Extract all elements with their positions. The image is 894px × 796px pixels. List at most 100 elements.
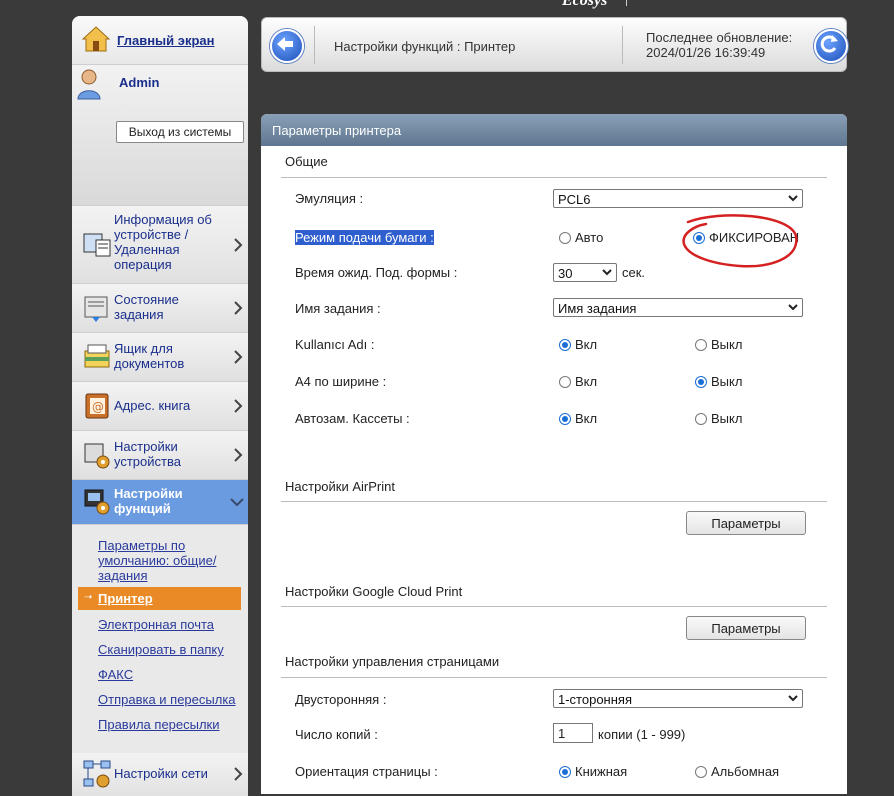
section-divider [281,677,827,678]
submenu-printer-current[interactable]: ➝ Принтер [78,587,241,610]
chevron-right-icon [234,399,243,413]
submenu-fax-link[interactable]: ФАКС [98,667,133,682]
section-page-mgmt-title: Настройки управления страницами [285,654,500,669]
paper-feed-auto-label: Авто [575,230,604,245]
emulation-label: Эмуляция : [295,191,364,206]
paper-feed-label-text: Режим подачи бумаги : [295,230,434,245]
chevron-right-icon [234,238,243,252]
chevron-down-icon [230,498,244,507]
job-name-value: Имя задания [558,301,637,316]
user-avatar-icon [77,69,101,100]
orientation-landscape-label: Альбомная [711,764,780,779]
copies-value: 1 [558,726,566,741]
nav-job-status[interactable]: Состояние задания [72,284,248,333]
last-update: Последнее обновление: 2024/01/26 16:39:4… [646,30,792,60]
chevron-down-icon [788,304,798,311]
back-button[interactable] [270,29,304,63]
paper-feed-fixed-radio[interactable] [693,232,705,244]
nav-device-info[interactable]: Информация об устройстве / Удаленная опе… [72,206,248,284]
chevron-right-icon [234,767,243,781]
submenu-forward-rules-link[interactable]: Правила пересылки [98,717,220,732]
section-divider [281,606,827,607]
page-title: Настройки функций : Принтер [334,39,516,54]
printer-settings-panel: Параметры принтера Общие Эмуляция : PCL6… [261,114,847,794]
a4-wide-off-label: Выкл [711,374,743,389]
nav-label: Адрес. книга [114,398,191,413]
orientation-landscape-radio[interactable] [695,766,707,778]
emulation-select[interactable]: PCL6 [553,189,803,208]
submenu-defaults-link[interactable]: Параметры по умолчанию: общие/ задания [98,538,238,583]
submenu-send-forward-link[interactable]: Отправка и пересылка [98,692,236,707]
orientation-label: Ориентация страницы : [295,764,438,779]
nav-network-settings[interactable]: Настройки сети [72,753,248,796]
auto-cassette-on-radio[interactable] [559,413,571,425]
section-airprint-title: Настройки AirPrint [285,479,395,494]
paper-feed-auto-radio[interactable] [559,232,571,244]
nav-label: Состояние задания [114,292,179,322]
job-name-select[interactable]: Имя задания [553,298,803,317]
copies-unit: копии (1 - 999) [598,727,686,742]
copies-input[interactable]: 1 [553,723,593,743]
form-wait-unit: сек. [622,265,646,280]
submenu-printer-label: Принтер [98,591,153,606]
nav-label: Информация об устройстве / Удаленная опе… [114,212,212,272]
chevron-right-icon [234,301,243,315]
refresh-button[interactable] [814,29,848,63]
paper-feed-label: Режим подачи бумаги : [295,230,434,245]
document-box-icon [84,344,110,368]
orientation-portrait-radio[interactable] [559,766,571,778]
section-divider [281,501,827,502]
job-name-label: Имя задания : [295,301,381,316]
nav-address-book[interactable]: @ Адрес. книга [72,382,248,431]
nav-label: Настройки устройства [114,439,181,469]
header-bar: Настройки функций : Принтер Последнее об… [261,17,848,72]
chevron-right-icon [234,350,243,364]
form-wait-select[interactable]: 30 [553,263,617,282]
duplex-value: 1-сторонняя [558,692,632,707]
house-icon [82,26,110,52]
auto-cassette-off-label: Выкл [711,411,743,426]
nav-document-box[interactable]: Ящик для документов [72,333,248,382]
home-link[interactable]: Главный экран [117,33,214,48]
emulation-value: PCL6 [558,192,591,207]
function-settings-icon [84,489,110,515]
a4-wide-label: A4 по ширине : [295,374,387,389]
a4-wide-off-radio[interactable] [695,376,707,388]
auto-cassette-label: Автозам. Кассеты : [295,411,410,426]
chevron-down-icon [788,695,798,702]
panel-title: Параметры принтера [272,123,402,138]
back-arrow-icon [277,37,293,51]
function-settings-submenu: Параметры по умолчанию: общие/ задания ➝… [72,525,248,753]
submenu-scan-folder-link[interactable]: Сканировать в папку [98,642,224,657]
username-on-radio[interactable] [559,339,571,351]
svg-text:@: @ [92,400,104,414]
duplex-select[interactable]: 1-сторонняя [553,689,803,708]
brand-logo: Ecosys [562,0,608,9]
chevron-down-icon [788,195,798,202]
paper-feed-fixed-label: ФИКСИРОВАН [709,230,800,245]
a4-wide-on-label: Вкл [575,374,598,389]
nav-label: Ящик для документов [114,341,185,371]
logout-button[interactable]: Выход из системы [116,121,244,143]
duplex-label: Двусторонняя : [295,692,387,707]
a4-wide-on-radio[interactable] [559,376,571,388]
address-book-icon: @ [85,393,109,419]
chevron-down-icon [602,269,612,276]
nav-label: Настройки функций [114,486,183,516]
auto-cassette-off-radio[interactable] [695,413,707,425]
nav-device-settings[interactable]: Настройки устройства [72,431,248,480]
last-update-label: Последнее обновление: [646,30,793,45]
nav-function-settings[interactable]: Настройки функций [72,480,248,525]
airprint-settings-button[interactable]: Параметры [686,511,806,535]
panel-header: Параметры принтера [261,114,847,146]
current-arrow-icon: ➝ [84,592,93,603]
username-off-radio[interactable] [695,339,707,351]
auto-cassette-on-label: Вкл [575,411,598,426]
header-divider [622,26,623,64]
device-settings-icon [84,443,110,469]
cloudprint-settings-button[interactable]: Параметры [686,616,806,640]
copies-label: Число копий : [295,727,378,742]
form-wait-value: 30 [558,266,573,281]
section-general-title: Общие [285,154,328,169]
submenu-email-link[interactable]: Электронная почта [98,617,214,632]
